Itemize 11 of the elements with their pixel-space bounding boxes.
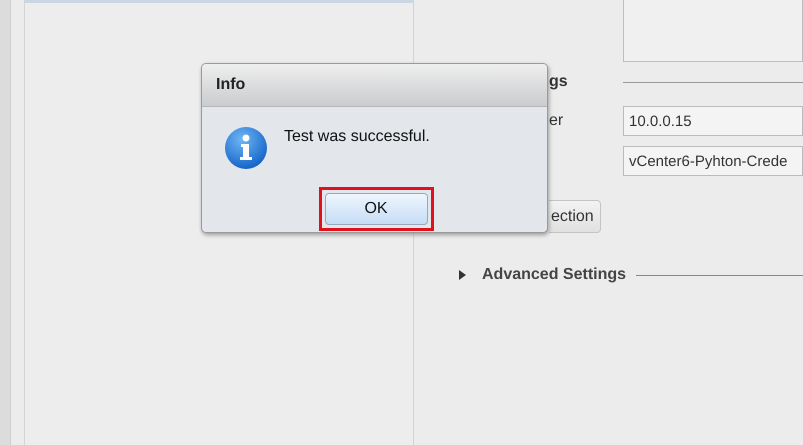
ok-button[interactable]: OK xyxy=(324,193,428,225)
expand-triangle-icon[interactable] xyxy=(459,270,466,280)
input-field[interactable]: 10.0.0.15 xyxy=(623,106,803,136)
section-heading: gs xyxy=(549,73,569,91)
field-label: er xyxy=(549,112,564,130)
info-icon xyxy=(224,126,268,170)
test-connection-button[interactable]: ection xyxy=(549,200,601,233)
advanced-settings-heading[interactable]: Advanced Settings xyxy=(482,266,626,284)
dialog-title: Info xyxy=(216,76,246,94)
input-field[interactable]: vCenter6-Pyhton-Crede xyxy=(623,146,803,176)
dialog-message: Test was successful. xyxy=(284,128,430,146)
